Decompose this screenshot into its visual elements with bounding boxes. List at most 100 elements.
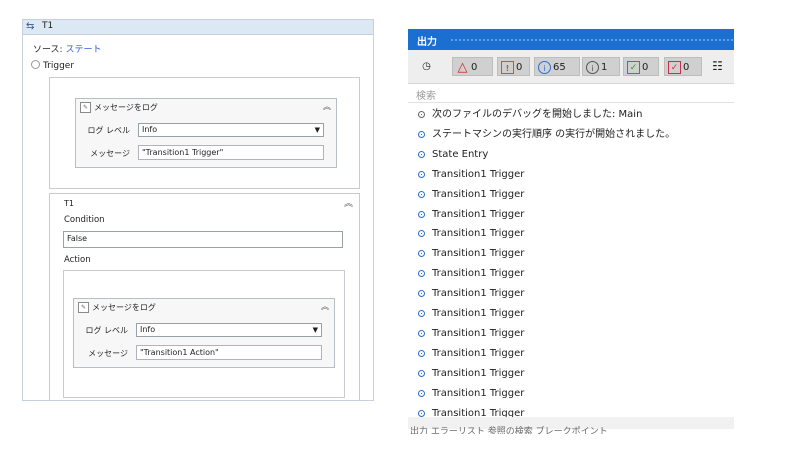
transition-icon: ⇆ <box>26 21 35 32</box>
check-icon: ✓ <box>627 61 640 74</box>
warning-icon: △ <box>457 60 468 75</box>
transition-title: T1 <box>64 199 74 208</box>
success-count: 0 <box>642 62 649 73</box>
options-button[interactable]: ☷ <box>708 57 730 76</box>
transition-collapse-icon[interactable]: ︽ <box>344 196 353 209</box>
activity-header[interactable]: ✎ メッセージをログ ︽ <box>74 299 334 315</box>
log-message-icon: ✎ <box>78 302 89 313</box>
log-message-icon: ✎ <box>80 102 91 113</box>
trigger-drop-area[interactable]: ✎ メッセージをログ ︽ ログ レベル Info ▼ メッセージ "Transi… <box>49 77 360 189</box>
log-level-label: ログ レベル <box>85 326 128 335</box>
trigger-label: Trigger <box>43 61 75 71</box>
message-input[interactable]: "Transition1 Trigger" <box>138 145 324 160</box>
collapse-icon[interactable]: ︽ <box>323 101 331 112</box>
log-message-text: Transition1 Trigger <box>432 228 525 240</box>
trigger-log-message-activity[interactable]: ✎ メッセージをログ ︽ ログ レベル Info ▼ メッセージ "Transi… <box>75 98 337 168</box>
output-search-box[interactable]: 検索 <box>408 84 734 103</box>
trace-filter-button[interactable]: i1 <box>582 57 620 76</box>
log-message-text: Transition1 Trigger <box>432 347 525 359</box>
log-message-text: Transition1 Trigger <box>432 327 525 339</box>
output-title: 出力 <box>417 37 437 48</box>
info-icon <box>418 210 425 218</box>
source-line: ソース: ステート <box>33 42 101 55</box>
output-toolbar: ◷ △ 0 ! 0 i 65 i1 ✓ 0 ✓ 0 ☷ <box>408 50 734 84</box>
transition-block: T1 ︽ Condition False Action ✎ メッセージをログ ︽… <box>49 193 360 400</box>
activity-header[interactable]: ✎ メッセージをログ ︽ <box>76 99 336 115</box>
log-level-value: Info <box>140 325 156 334</box>
bottom-tab-strip[interactable]: 出力 エラーリスト 参照の検索 ブレークポイント <box>410 424 734 434</box>
log-message-text: Transition1 Trigger <box>432 188 525 200</box>
log-level-select[interactable]: Info ▼ <box>136 323 322 337</box>
info-icon <box>418 170 425 178</box>
info-icon <box>418 190 425 198</box>
action-drop-area[interactable]: ✎ メッセージをログ ︽ ログ レベル Info ▼ メッセージ "Transi… <box>63 270 345 398</box>
log-message-text: Transition1 Trigger <box>432 248 525 260</box>
condition-input[interactable]: False <box>63 231 343 248</box>
log-message-text: Transition1 Trigger <box>432 308 525 319</box>
log-message-text: Transition1 Trigger <box>432 367 525 379</box>
info-icon: i <box>538 61 551 74</box>
info-count: 65 <box>553 62 566 73</box>
designer-titlebar: ⇆ T1 <box>23 20 373 35</box>
trace-count: 1 <box>601 62 608 73</box>
info-icon <box>418 310 425 317</box>
log-level-label: ログ レベル <box>87 126 130 135</box>
info-icon <box>418 150 425 158</box>
info-icon <box>418 230 425 238</box>
info-icon <box>418 349 425 357</box>
list-options-icon: ☷ <box>712 58 723 73</box>
warnings-filter-button[interactable]: △ 0 <box>452 57 493 76</box>
info-icon <box>418 290 425 298</box>
dropdown-arrow-icon: ▼ <box>314 126 320 134</box>
action-label: Action <box>64 255 91 265</box>
clear-button[interactable]: ◷ <box>417 57 441 76</box>
trigger-section-header[interactable]: Trigger <box>31 60 74 71</box>
log-message-text: Transition1 Trigger <box>432 387 525 399</box>
log-message-text: Transition1 Trigger <box>432 268 525 280</box>
failed-filter-button[interactable]: ✓ 0 <box>664 57 702 76</box>
errors-filter-button[interactable]: ! 0 <box>497 57 530 76</box>
info-icon <box>418 130 425 138</box>
log-level-select[interactable]: Info ▼ <box>138 123 324 137</box>
warnings-count: 0 <box>471 62 478 73</box>
info-filter-button[interactable]: i 65 <box>534 57 580 76</box>
transition-designer-panel: ⇆ T1 ソース: ステート Trigger ✎ メッセージをログ ︽ ログ レ… <box>22 19 374 401</box>
log-message-text: 次のファイルのデバッグを開始しました: Main <box>432 109 643 120</box>
log-message-text: Transition1 Trigger <box>432 168 525 180</box>
log-level-value: Info <box>142 125 158 134</box>
activity-title: メッセージをログ <box>94 103 158 112</box>
dropdown-arrow-icon: ▼ <box>312 326 318 334</box>
failed-check-icon: ✓ <box>668 61 681 74</box>
action-log-message-activity[interactable]: ✎ メッセージをログ ︽ ログ レベル Info ▼ メッセージ "Transi… <box>73 298 335 368</box>
success-filter-button[interactable]: ✓ 0 <box>623 57 659 76</box>
info-icon <box>418 369 425 377</box>
log-message-text: Transition1 Trigger <box>432 288 525 300</box>
info-icon <box>418 270 425 278</box>
message-input[interactable]: "Transition1 Action" <box>136 345 322 360</box>
panel-grip[interactable] <box>450 38 734 42</box>
designer-title: T1 <box>42 21 54 31</box>
info-icon <box>418 389 425 397</box>
log-message-text: State Entry <box>432 148 489 160</box>
failed-count: 0 <box>683 62 690 73</box>
search-placeholder: 検索 <box>416 91 436 102</box>
log-message-text: ステートマシンの実行順序 の実行が開始されました。 <box>432 128 676 140</box>
errors-count: 0 <box>516 62 523 73</box>
trigger-radio-icon[interactable] <box>31 60 40 69</box>
info-icon <box>418 409 425 417</box>
source-label: ソース: <box>33 45 63 55</box>
source-link[interactable]: ステート <box>65 45 101 55</box>
log-message-text: Transition1 Trigger <box>432 208 525 220</box>
message-label: メッセージ <box>88 349 128 358</box>
clock-icon: ◷ <box>422 60 431 72</box>
collapse-icon[interactable]: ︽ <box>321 301 329 312</box>
info-icon <box>418 250 425 258</box>
activity-title: メッセージをログ <box>92 303 156 312</box>
message-label: メッセージ <box>90 149 130 158</box>
output-panel: 出力 ◷ △ 0 ! 0 i 65 i1 ✓ 0 ✓ 0 ☷ 検索 次のファイルのデバッグ… <box>408 29 734 429</box>
condition-label: Condition <box>64 215 105 225</box>
output-titlebar[interactable]: 出力 <box>408 29 734 50</box>
output-log-list[interactable]: 次のファイルのデバッグを開始しました: Main ステートマシンの実行順序 の実行… <box>408 105 734 419</box>
error-icon: ! <box>501 61 514 74</box>
trace-icon <box>418 111 425 118</box>
